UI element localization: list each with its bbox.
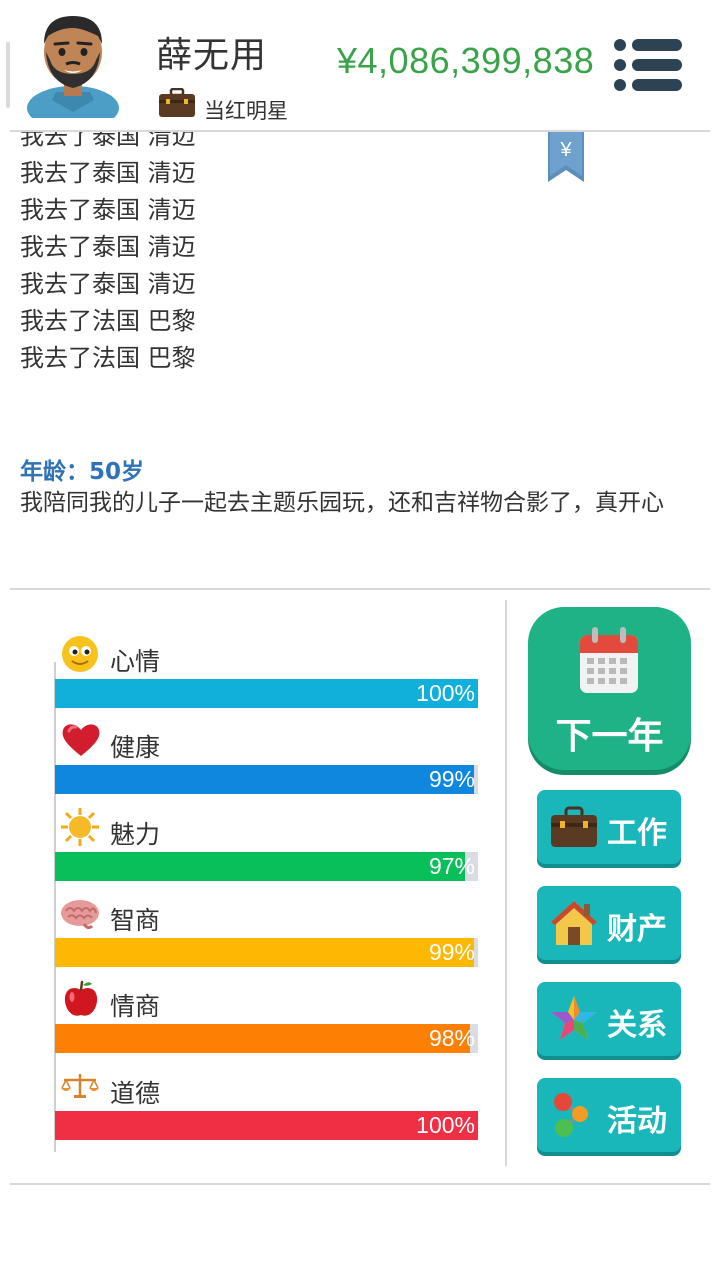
stat-eq: 情商 98% bbox=[0, 979, 505, 1065]
property-label: 财产 bbox=[607, 912, 667, 947]
stat-bar-fill bbox=[55, 852, 466, 881]
relations-label: 关系 bbox=[607, 1008, 667, 1043]
briefcase-icon bbox=[159, 88, 195, 117]
stat-label: 魅力 bbox=[110, 820, 161, 849]
event-text: 我陪同我的儿子一起去主题乐园玩，还和吉祥物合影了，真开心 bbox=[20, 490, 664, 516]
header-edge-bar bbox=[6, 42, 10, 108]
stat-bar: 100% bbox=[55, 679, 478, 708]
header: 薛无用 当红明星 ¥4,086,399,838 bbox=[0, 0, 720, 132]
panel-divider bbox=[505, 600, 507, 1166]
house-icon bbox=[551, 901, 597, 945]
stat-bar: 97% bbox=[55, 852, 478, 881]
stat-bar-fill bbox=[55, 679, 478, 708]
stat-health: 健康 99% bbox=[0, 720, 505, 806]
next-year-button[interactable]: 下一年 bbox=[528, 607, 691, 770]
stat-value: 100% bbox=[416, 1112, 475, 1138]
scales-icon bbox=[61, 1074, 99, 1098]
stat-value: 98% bbox=[428, 1025, 475, 1051]
player-name: 薛无用 bbox=[156, 35, 268, 76]
molecule-icon bbox=[554, 1093, 588, 1137]
stat-bar: 99% bbox=[55, 765, 478, 794]
stat-bar: 100% bbox=[55, 1111, 478, 1140]
star-icon bbox=[551, 996, 597, 1040]
stat-bar: 99% bbox=[55, 938, 478, 967]
work-label: 工作 bbox=[607, 816, 667, 851]
stat-label: 道德 bbox=[110, 1079, 161, 1108]
stat-bar-fill bbox=[55, 765, 474, 794]
money-bookmark-icon[interactable]: ¥ bbox=[546, 132, 586, 184]
event-log[interactable]: 我去了泰国 清迈 我去了泰国 清迈 我去了泰国 清迈 我去了泰国 清迈 我去了泰… bbox=[0, 132, 720, 588]
apple-icon bbox=[64, 980, 98, 1016]
briefcase-icon bbox=[551, 806, 597, 847]
activities-button[interactable]: 活动 bbox=[537, 1078, 681, 1152]
log-line: 我去了泰国 清迈 bbox=[20, 132, 196, 150]
stat-value: 99% bbox=[428, 939, 475, 965]
heart-icon bbox=[62, 724, 100, 756]
stats-panel: 心情 100% 健康 99% 魅力 97% 智商 99% 情商 98% 道德 1… bbox=[0, 590, 505, 1170]
money-balance: ¥4,086,399,838 bbox=[337, 40, 595, 81]
relations-button[interactable]: 关系 bbox=[537, 982, 681, 1056]
brain-icon bbox=[61, 900, 99, 930]
stat-bar: 98% bbox=[55, 1024, 478, 1053]
sun-icon bbox=[61, 808, 99, 846]
smiley-icon bbox=[62, 636, 98, 672]
calendar-icon bbox=[580, 627, 638, 693]
stat-label: 心情 bbox=[110, 647, 161, 676]
stat-value: 97% bbox=[428, 853, 475, 879]
stat-bar-fill bbox=[55, 1111, 478, 1140]
log-line: 我去了法国 巴黎 bbox=[20, 344, 196, 372]
bookmark-symbol: ¥ bbox=[559, 139, 572, 161]
log-line: 我去了泰国 清迈 bbox=[20, 270, 196, 298]
stat-charm: 魅力 97% bbox=[0, 807, 505, 893]
work-button[interactable]: 工作 bbox=[537, 790, 681, 864]
stat-label: 健康 bbox=[110, 733, 161, 762]
stat-morality: 道德 100% bbox=[0, 1066, 505, 1152]
stat-label: 智商 bbox=[110, 906, 161, 935]
log-lines: 我去了泰国 清迈 我去了泰国 清迈 我去了泰国 清迈 我去了泰国 清迈 我去了泰… bbox=[20, 132, 196, 377]
property-button[interactable]: 财产 bbox=[537, 886, 681, 960]
stat-iq: 智商 99% bbox=[0, 893, 505, 979]
log-line: 我去了泰国 清迈 bbox=[20, 233, 196, 261]
stat-mood: 心情 100% bbox=[0, 634, 505, 720]
log-line: 我去了泰国 清迈 bbox=[20, 196, 196, 224]
log-line: 我去了泰国 清迈 bbox=[20, 159, 196, 187]
next-year-label: 下一年 bbox=[555, 716, 664, 757]
activities-label: 活动 bbox=[607, 1104, 667, 1139]
stat-value: 100% bbox=[416, 680, 475, 706]
log-line: 我去了法国 巴黎 bbox=[20, 307, 196, 335]
menu-icon[interactable] bbox=[612, 36, 684, 94]
stat-label: 情商 bbox=[110, 992, 161, 1021]
stat-bar-fill bbox=[55, 1024, 470, 1053]
avatar[interactable] bbox=[22, 8, 124, 118]
occupation-label: 当红明星 bbox=[204, 99, 288, 123]
stat-bar-fill bbox=[55, 938, 474, 967]
age-label: 年龄：50岁 bbox=[20, 459, 145, 485]
stat-value: 99% bbox=[428, 766, 475, 792]
bottom-divider bbox=[10, 1183, 710, 1185]
